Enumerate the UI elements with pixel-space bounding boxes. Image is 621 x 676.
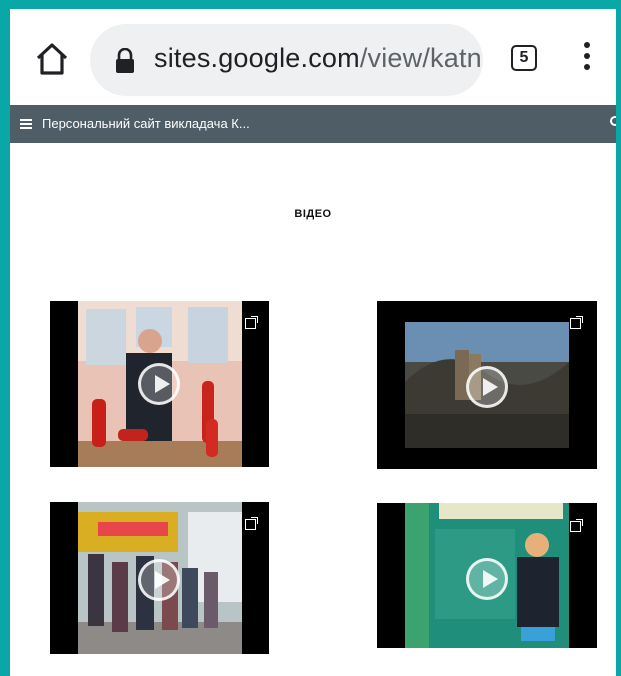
open-in-new-icon[interactable] xyxy=(570,519,583,532)
play-icon[interactable] xyxy=(466,366,508,408)
play-icon[interactable] xyxy=(466,558,508,600)
video-2[interactable] xyxy=(377,301,597,469)
site-title[interactable]: Персональний сайт викладача К... xyxy=(42,116,250,131)
url-host: sites.google.com xyxy=(154,43,360,73)
url-text: sites.google.com/view/katn xyxy=(154,43,482,74)
play-icon[interactable] xyxy=(138,363,180,405)
browser-toolbar: sites.google.com/view/katn 5 xyxy=(10,9,616,105)
home-icon[interactable] xyxy=(32,39,72,79)
tab-switcher-button[interactable]: 5 xyxy=(511,45,537,71)
video-1[interactable] xyxy=(50,301,269,467)
phone-screen: sites.google.com/view/katn 5 Персональни… xyxy=(10,9,616,676)
play-icon[interactable] xyxy=(138,559,180,601)
hamburger-menu-icon[interactable] xyxy=(20,119,32,129)
lock-icon xyxy=(116,48,134,73)
search-icon[interactable] xyxy=(610,116,616,126)
open-in-new-icon[interactable] xyxy=(570,316,583,329)
address-bar[interactable]: sites.google.com/view/katn xyxy=(90,24,483,96)
section-title: ВІДЕО xyxy=(294,208,332,220)
video-4[interactable] xyxy=(377,503,597,648)
video-3[interactable] xyxy=(50,502,269,654)
open-in-new-icon[interactable] xyxy=(245,517,258,530)
site-header: Персональний сайт викладача К... xyxy=(10,105,616,143)
more-vert-icon[interactable] xyxy=(580,42,594,76)
url-path: /view/katn xyxy=(359,43,482,73)
open-in-new-icon[interactable] xyxy=(245,316,258,329)
